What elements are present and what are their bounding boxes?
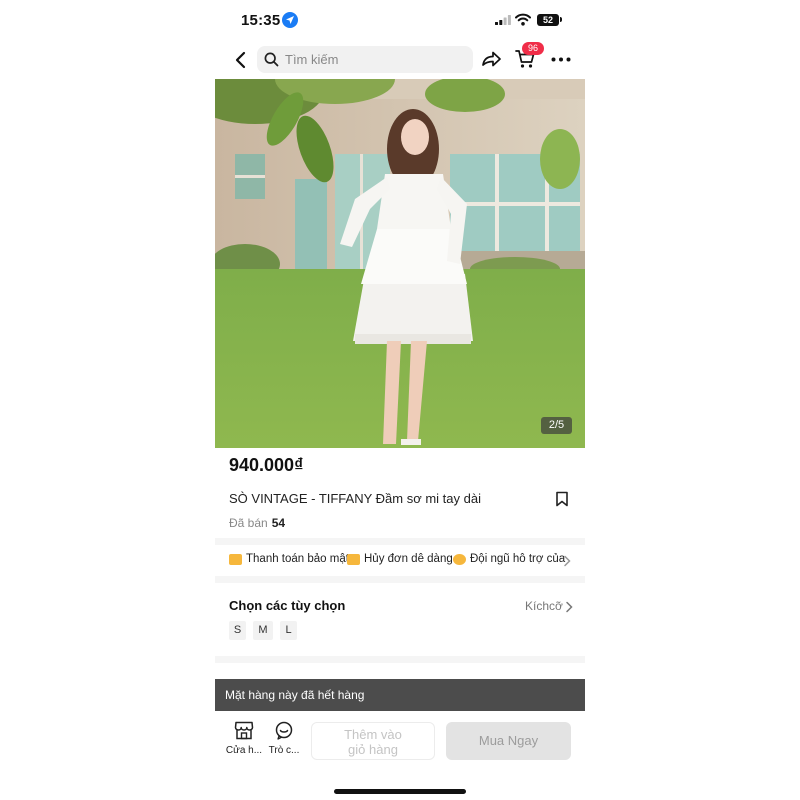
status-time: 15:35 — [241, 12, 281, 29]
search-icon — [264, 52, 279, 67]
bookmark-icon[interactable] — [555, 491, 569, 507]
size-option-m[interactable]: M — [253, 621, 273, 640]
store-icon — [234, 721, 254, 740]
secure-payment-icon — [229, 554, 242, 565]
sold-label: Đã bán — [229, 516, 268, 530]
product-photo[interactable] — [215, 79, 585, 448]
wifi-icon — [515, 13, 531, 26]
options-title: Chọn các tùy chọn — [229, 598, 346, 613]
cellular-signal-icon — [495, 15, 511, 25]
service-label: Hủy đơn dễ dàng — [364, 553, 453, 565]
status-bar: 15:35 52 — [215, 0, 585, 40]
more-options-icon[interactable] — [551, 57, 571, 62]
home-indicator[interactable] — [334, 789, 466, 794]
chevron-right-icon[interactable] — [565, 601, 573, 613]
service-label: Đội ngũ hỗ trợ của — [470, 553, 566, 565]
toast-message: Mặt hàng này đã hết hàng — [225, 688, 365, 702]
easy-cancel-icon — [347, 554, 360, 565]
image-counter: 2/5 — [541, 417, 572, 434]
service-guarantees[interactable]: Thanh toán bảo mật Hủy đơn dễ dàng Đội n… — [229, 553, 579, 569]
cart-count-badge: 96 — [522, 42, 544, 55]
battery-indicator: 52 — [537, 14, 559, 26]
product-price: 940.000₫ — [229, 455, 304, 475]
store-button[interactable]: Cửa h... — [224, 721, 264, 756]
search-placeholder: Tìm kiếm — [285, 52, 339, 67]
search-input[interactable]: Tìm kiếm — [257, 46, 473, 73]
section-divider — [215, 656, 585, 663]
add-to-cart-button[interactable]: Thêm vào giỏ hàng — [311, 722, 435, 760]
chat-button[interactable]: Trò c... — [264, 721, 304, 756]
product-photo-illustration — [215, 79, 585, 448]
section-divider — [215, 538, 585, 545]
battery-tip — [560, 17, 562, 22]
support-team-icon — [453, 554, 466, 565]
location-arrow-icon — [282, 12, 298, 28]
size-option-link[interactable]: Kíchcỡ — [525, 599, 563, 613]
share-icon[interactable] — [480, 48, 502, 70]
buy-now-button[interactable]: Mua Ngay — [446, 722, 571, 760]
sold-info: Đã bán 54 — [229, 516, 285, 530]
service-label: Thanh toán bảo mật — [246, 553, 349, 565]
chat-label: Trò c... — [268, 745, 300, 756]
add-to-cart-label-line1: Thêm vào — [344, 727, 402, 742]
store-label: Cửa h... — [225, 745, 263, 756]
chevron-right-icon[interactable] — [563, 555, 571, 567]
add-to-cart-label-line2: giỏ hàng — [348, 742, 398, 757]
bottom-action-bar: Cửa h... Trò c... Thêm vào giỏ hàng Mua … — [215, 711, 585, 771]
out-of-stock-toast: Mặt hàng này đã hết hàng — [215, 679, 585, 711]
phone-screen: 15:35 52 Tìm kiếm 96 2/5 940.000₫ SÒ VIN… — [215, 0, 585, 800]
section-divider — [215, 576, 585, 583]
product-title: SÒ VINTAGE - TIFFANY Đầm sơ mi tay dài — [229, 491, 481, 506]
top-nav-bar: Tìm kiếm 96 — [215, 42, 585, 78]
size-option-l[interactable]: L — [280, 621, 297, 640]
back-arrow-icon[interactable] — [231, 50, 251, 70]
size-option-s[interactable]: S — [229, 621, 246, 640]
chat-icon — [275, 721, 293, 740]
sold-count: 54 — [271, 516, 286, 530]
